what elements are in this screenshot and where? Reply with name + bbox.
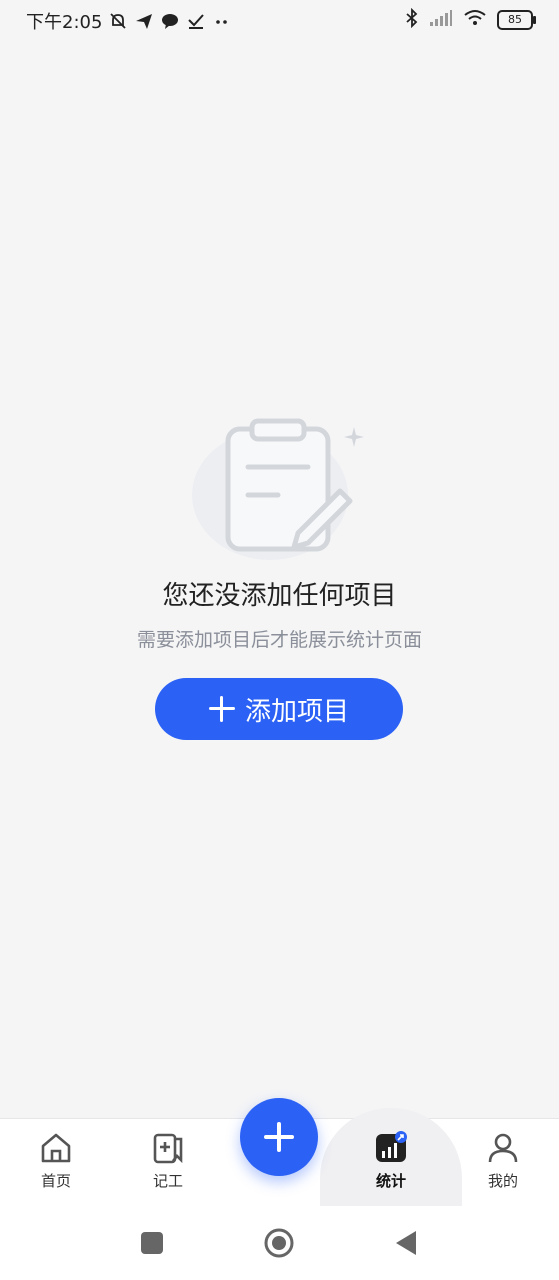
more-dots-icon [212,11,232,31]
wifi-icon [463,9,487,31]
send-icon [134,11,154,31]
tab-home-label: 首页 [40,1172,71,1190]
tab-statistics-label: 统计 [375,1172,406,1190]
home-circle-icon[interactable] [264,1228,294,1258]
bluetooth-icon [405,7,419,32]
statistics-icon [376,1131,407,1162]
plus-icon [264,1122,294,1152]
system-navigation-bar [0,1206,559,1280]
tab-statistics[interactable]: 统计 [351,1130,431,1191]
status-right: 85 [405,7,536,32]
empty-state-subtitle: 需要添加项目后才能展示统计页面 [136,629,422,651]
chat-bubble-icon [160,11,180,31]
status-time: 下午2:05 [26,12,103,33]
tab-profile-label: 我的 [487,1172,518,1190]
back-icon[interactable] [392,1228,422,1258]
check-icon [186,11,206,31]
clipboard-edit-icon [190,415,370,565]
plus-icon [208,696,235,722]
add-project-label: 添加项目 [244,696,349,727]
status-left: 下午2:05 [26,8,232,34]
tab-record-work-label: 记工 [152,1172,183,1190]
status-bar: 下午2:05 85 [0,0,559,42]
tab-profile[interactable]: 我的 [463,1130,543,1191]
record-work-icon [153,1133,183,1164]
add-project-button[interactable]: 添加项目 [155,678,403,740]
fab-add-button[interactable] [240,1098,318,1176]
home-icon [41,1133,71,1163]
profile-icon [488,1133,518,1163]
tab-home[interactable]: 首页 [16,1130,96,1191]
recent-apps-icon[interactable] [137,1228,167,1258]
mute-bell-icon [108,11,128,31]
tab-record-work[interactable]: 记工 [128,1130,208,1191]
signal-icon [429,9,453,31]
empty-state-title: 您还没添加任何项目 [162,581,397,611]
battery-icon: 85 [497,10,536,30]
